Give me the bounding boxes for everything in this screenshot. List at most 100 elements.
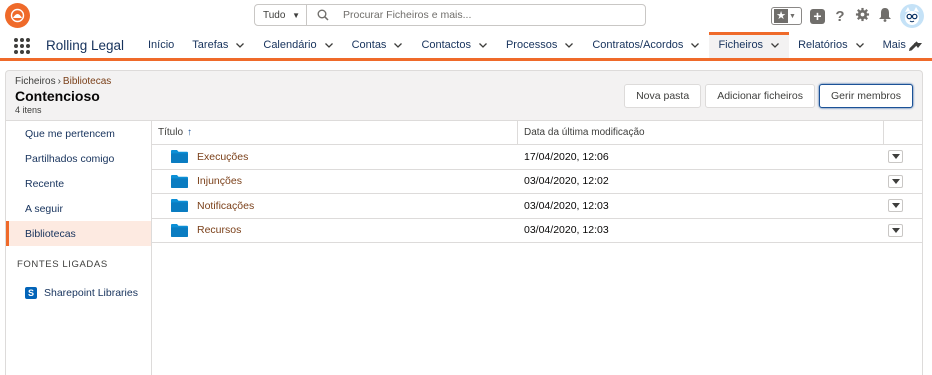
breadcrumb-root[interactable]: Ficheiros — [15, 76, 56, 87]
folder-link[interactable]: Notificações — [197, 200, 254, 212]
new-folder-button[interactable]: Nova pasta — [624, 84, 702, 108]
folder-icon — [171, 223, 188, 237]
sharepoint-icon: S — [25, 287, 37, 299]
page-actions: Nova pasta Adicionar ficheiros Gerir mem… — [624, 84, 913, 108]
add-files-button[interactable]: Adicionar ficheiros — [705, 84, 815, 108]
chevron-down-icon[interactable] — [855, 40, 865, 50]
breadcrumb-current[interactable]: Bibliotecas — [63, 76, 111, 87]
sidebar-item-label: Partilhados comigo — [25, 152, 115, 165]
sidebar-item-3[interactable]: A seguir — [6, 196, 151, 221]
column-header-title[interactable]: Título ↑ — [152, 121, 518, 144]
sidebar-item-label: Bibliotecas — [25, 227, 76, 240]
cell-title: Execuções — [152, 150, 518, 164]
search-input[interactable] — [343, 9, 643, 21]
cell-modified: 03/04/2020, 12:03 — [524, 199, 609, 212]
chevron-down-icon[interactable] — [564, 40, 574, 50]
cell-actions — [884, 223, 921, 237]
column-header-actions — [884, 121, 921, 144]
user-avatar[interactable] — [900, 4, 924, 28]
column-header-modified[interactable]: Data da última modificação — [518, 121, 884, 144]
sidebar-item-label: Sharepoint Libraries — [44, 287, 138, 299]
table-row: Injunções 03/04/2020, 12:02 — [152, 170, 922, 194]
column-header-modified-label: Data da última modificação — [524, 127, 645, 138]
chevron-down-icon: ▼ — [292, 10, 300, 20]
nav-tab-label: Contas — [351, 39, 387, 51]
org-logo-icon[interactable] — [5, 3, 30, 28]
nav-tab-label: Processos — [505, 39, 558, 51]
sort-ascending-arrow-icon: ↑ — [187, 127, 193, 138]
files-table: Título ↑ Data da última modificação Exec… — [152, 120, 923, 375]
row-actions-dropdown-icon[interactable] — [888, 150, 903, 164]
sidebar-item-label: Que me pertencem — [25, 127, 115, 140]
global-actions-plus-icon[interactable]: + — [810, 8, 825, 24]
star-icon: ★ — [774, 9, 788, 23]
sidebar-item-label: Recente — [25, 177, 65, 190]
nav-tab-label: Tarefas — [192, 39, 229, 51]
search-icon — [317, 9, 335, 21]
nav-tab-4[interactable]: Contactos — [412, 32, 497, 58]
nav-tab-label: Ficheiros — [718, 39, 764, 51]
manage-members-button[interactable]: Gerir membros — [818, 84, 913, 108]
folder-link[interactable]: Recursos — [197, 224, 241, 236]
nav-tab-8[interactable]: Relatórios — [789, 32, 874, 58]
breadcrumb-separator: › — [57, 76, 61, 87]
table-row: Notificações 03/04/2020, 12:03 — [152, 194, 922, 219]
cell-modified: 17/04/2020, 12:06 — [524, 150, 609, 163]
folder-link[interactable]: Injunções — [197, 175, 242, 187]
chevron-down-icon[interactable] — [393, 40, 403, 50]
row-actions-dropdown-icon[interactable] — [888, 174, 903, 188]
row-actions-dropdown-icon[interactable] — [888, 199, 903, 213]
folder-icon — [171, 199, 188, 213]
cell-title: Injunções — [152, 174, 518, 188]
table-body: Execuções 17/04/2020, 12:06 Injunções 03/04… — [152, 145, 922, 243]
chevron-down-icon[interactable] — [324, 40, 334, 50]
sidebar-items: Que me pertencem Partilhados comigo Recent… — [6, 121, 151, 246]
sidebar-item-0[interactable]: Que me pertencem — [6, 121, 151, 146]
nav-tab-9[interactable]: Mais — [874, 32, 932, 58]
chevron-down-icon[interactable] — [770, 40, 780, 50]
chevron-down-icon[interactable] — [235, 40, 245, 50]
favorites-button[interactable]: ★ ▼ — [771, 7, 802, 25]
table-row: Recursos 03/04/2020, 12:03 — [152, 219, 922, 243]
connected-sources-heading: FONTES LIGADAS — [17, 259, 108, 270]
notifications-bell-icon[interactable] — [878, 7, 892, 25]
nav-tab-label: Mais — [882, 39, 906, 51]
nav-tab-0[interactable]: Início — [139, 32, 183, 58]
setup-gear-icon[interactable] — [855, 7, 870, 25]
cell-actions — [884, 199, 921, 213]
table-header: Título ↑ Data da última modificação — [152, 121, 922, 145]
cell-title: Recursos — [152, 223, 518, 237]
sidebar-item-sharepoint-libraries[interactable]: S Sharepoint Libraries — [6, 287, 151, 299]
cell-actions — [884, 174, 921, 188]
chevron-down-icon[interactable] — [478, 40, 488, 50]
app-launcher-grid-icon[interactable] — [14, 38, 30, 54]
row-actions-dropdown-icon[interactable] — [888, 223, 903, 237]
help-icon[interactable]: ? — [833, 8, 847, 25]
nav-tab-7[interactable]: Ficheiros — [709, 32, 790, 58]
app-navigation-bar: Rolling Legal Início Tarefas Calendário Con… — [0, 32, 932, 61]
nav-items: Início Tarefas Calendário Contas Contactos Pr… — [139, 32, 932, 58]
header-utility-icons: ★ ▼ + ? — [771, 3, 924, 29]
nav-tab-1[interactable]: Tarefas — [183, 32, 254, 58]
nav-tab-label: Calendário — [263, 39, 317, 51]
sidebar-item-1[interactable]: Partilhados comigo — [6, 146, 151, 171]
cell-actions — [884, 150, 921, 164]
folder-link[interactable]: Execuções — [197, 151, 248, 163]
global-search: Tudo ▼ — [254, 4, 646, 26]
global-header: Tudo ▼ ★ ▼ + ? — [0, 0, 932, 32]
table-row: Execuções 17/04/2020, 12:06 — [152, 145, 922, 170]
chevron-down-icon[interactable] — [690, 40, 700, 50]
sidebar-item-2[interactable]: Recente — [6, 171, 151, 196]
search-scope-select[interactable]: Tudo ▼ — [255, 5, 307, 25]
nav-tab-2[interactable]: Calendário — [254, 32, 342, 58]
app-name: Rolling Legal — [46, 38, 125, 53]
nav-tab-3[interactable]: Contas — [343, 32, 413, 58]
chevron-down-icon: ▼ — [789, 12, 796, 20]
page-header: Ficheiros › Bibliotecas Contencioso 4 iten… — [5, 70, 923, 120]
edit-nav-pencil-icon[interactable] — [908, 40, 920, 52]
nav-tab-label: Contratos/Acordos — [592, 39, 684, 51]
sidebar-item-4[interactable]: Bibliotecas — [6, 221, 151, 246]
nav-tab-5[interactable]: Processos — [497, 32, 583, 58]
nav-tab-6[interactable]: Contratos/Acordos — [583, 32, 709, 58]
item-count: 4 itens — [15, 105, 42, 115]
